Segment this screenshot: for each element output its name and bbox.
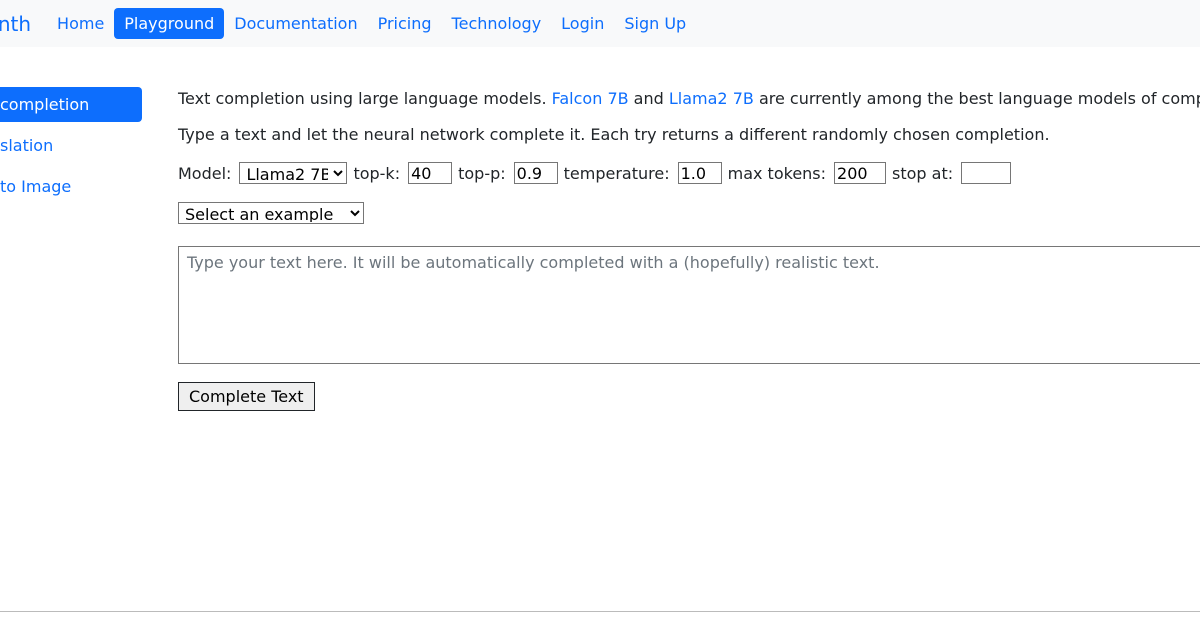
maxtokens-input[interactable] <box>834 162 886 184</box>
nav-pricing[interactable]: Pricing <box>368 8 442 39</box>
nav-signup[interactable]: Sign Up <box>614 8 696 39</box>
model-select[interactable]: Llama2 7B <box>239 162 347 184</box>
nav-documentation[interactable]: Documentation <box>224 8 367 39</box>
brand-logo[interactable]: ynth <box>0 12 47 36</box>
desc-text: are currently among the best language mo… <box>754 89 1200 108</box>
complete-text-button[interactable]: Complete Text <box>178 382 315 411</box>
sidebar: completion slation to Image <box>0 87 142 411</box>
nav-links: Home Playground Documentation Pricing Te… <box>47 8 696 39</box>
topp-input[interactable] <box>514 162 558 184</box>
stopat-label: stop at: <box>892 164 953 183</box>
description-line1: Text completion using large language mod… <box>178 87 1200 111</box>
prompt-textarea[interactable] <box>178 246 1200 364</box>
desc-text: and <box>629 89 669 108</box>
topp-label: top-p: <box>458 164 506 183</box>
temperature-input[interactable] <box>678 162 722 184</box>
link-falcon7b[interactable]: Falcon 7B <box>552 89 629 108</box>
desc-text: Text completion using large language mod… <box>178 89 552 108</box>
instructions-text: Type a text and let the neural network c… <box>178 125 1200 144</box>
topk-label: top-k: <box>353 164 400 183</box>
top-navbar: ynth Home Playground Documentation Prici… <box>0 0 1200 47</box>
sidebar-item-completion[interactable]: completion <box>0 87 142 122</box>
link-llama2-7b[interactable]: Llama2 7B <box>669 89 754 108</box>
sidebar-item-translation[interactable]: slation <box>0 128 142 163</box>
nav-technology[interactable]: Technology <box>442 8 552 39</box>
sidebar-item-toimage[interactable]: to Image <box>0 169 142 204</box>
footer-divider <box>0 611 1200 612</box>
nav-playground[interactable]: Playground <box>114 8 224 39</box>
maxtokens-label: max tokens: <box>728 164 826 183</box>
nav-login[interactable]: Login <box>551 8 614 39</box>
params-row: Model: Llama2 7B top-k: top-p: temperatu… <box>178 162 1200 184</box>
model-label: Model: <box>178 164 231 183</box>
nav-home[interactable]: Home <box>47 8 114 39</box>
temperature-label: temperature: <box>564 164 670 183</box>
content-area: Text completion using large language mod… <box>142 87 1200 411</box>
topk-input[interactable] <box>408 162 452 184</box>
example-select[interactable]: Select an example <box>178 202 364 224</box>
stopat-input[interactable] <box>961 162 1011 184</box>
